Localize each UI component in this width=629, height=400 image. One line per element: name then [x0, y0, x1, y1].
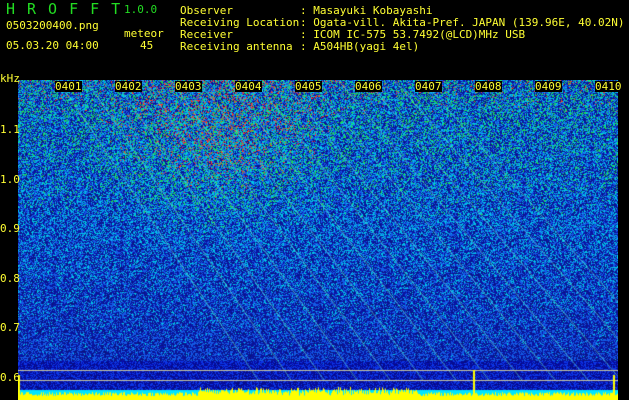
datetime: 05.03.20 04:00 — [6, 39, 99, 52]
info-value-antenna: : A504HB(yagi 4el) — [300, 40, 420, 53]
x-tick-label: 0402 — [115, 80, 142, 93]
y-tick-label: 0.7 — [0, 321, 20, 335]
x-tick-label: 0406 — [355, 80, 382, 93]
hrofft-window: HROFFT 1.0.0 0503200400.png 05.03.20 04:… — [0, 0, 629, 400]
x-tick-label: 0409 — [535, 80, 562, 93]
y-tick-label: 1.0 — [0, 172, 20, 186]
info-label-antenna: Receiving antenna — [180, 40, 293, 53]
x-tick-label: 0401 — [55, 80, 82, 93]
x-tick-label: 0407 — [415, 80, 442, 93]
x-tick-label: 0410 — [595, 80, 622, 93]
x-tick-label: 0405 — [295, 80, 322, 93]
x-tick-label: 0408 — [475, 80, 502, 93]
y-tick-label: 0.6 — [0, 371, 20, 384]
x-tick-label: 0403 — [175, 80, 202, 93]
x-tick-label: 0404 — [235, 80, 262, 93]
meteor-count: 45 — [140, 39, 154, 52]
app-title: HROFFT — [6, 0, 133, 18]
version: 1.0.0 — [124, 3, 158, 16]
y-unit: kHz — [0, 72, 20, 85]
y-tick-label: 0.8 — [0, 271, 20, 285]
filename: 0503200400.png — [6, 19, 99, 32]
y-tick-label: 0.9 — [0, 222, 20, 236]
y-tick-label: 1.1 — [0, 123, 20, 136]
spectrogram — [18, 80, 618, 400]
